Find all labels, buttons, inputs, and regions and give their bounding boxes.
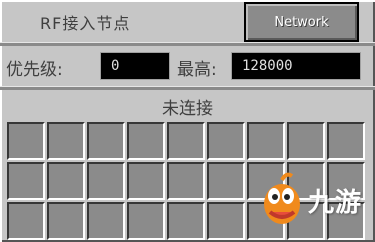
- inventory-slot[interactable]: [247, 122, 285, 160]
- inventory-slot[interactable]: [207, 202, 245, 240]
- inventory-slot[interactable]: [7, 202, 45, 240]
- inventory-slot[interactable]: [167, 122, 205, 160]
- max-input[interactable]: 128000: [231, 52, 361, 80]
- watermark-logo: 九游: [256, 170, 372, 230]
- inventory-slot[interactable]: [327, 122, 365, 160]
- inventory-slot[interactable]: [127, 162, 165, 200]
- max-label: 最高:: [177, 60, 217, 80]
- priority-input[interactable]: 0: [100, 52, 170, 80]
- watermark-text: 九游: [308, 188, 363, 218]
- priority-label: 优先级:: [6, 60, 63, 80]
- jiuyou-mascot-icon: [264, 172, 300, 224]
- inventory-slot[interactable]: [87, 122, 125, 160]
- inventory-slot[interactable]: [7, 162, 45, 200]
- inventory-slot[interactable]: [87, 162, 125, 200]
- inventory-slot[interactable]: [47, 122, 85, 160]
- inventory-slot[interactable]: [167, 202, 205, 240]
- inventory-slot[interactable]: [47, 202, 85, 240]
- inventory-slot[interactable]: [127, 202, 165, 240]
- connection-status: 未连接: [162, 99, 213, 119]
- divider-top: [0, 42, 375, 46]
- inventory-slot[interactable]: [207, 162, 245, 200]
- inventory-slot[interactable]: [167, 162, 205, 200]
- window-title: RF接入节点: [40, 14, 131, 33]
- inventory-slot[interactable]: [287, 122, 325, 160]
- inventory-slot[interactable]: [207, 122, 245, 160]
- divider-middle: [0, 86, 375, 90]
- inventory-slot[interactable]: [127, 122, 165, 160]
- gui-panel: RF接入节点 Network 优先级: 0 最高: 128000 未连接 九游: [0, 0, 375, 242]
- inventory-slot[interactable]: [7, 122, 45, 160]
- network-button[interactable]: Network: [244, 2, 359, 42]
- inventory-slot[interactable]: [47, 162, 85, 200]
- inventory-slot[interactable]: [87, 202, 125, 240]
